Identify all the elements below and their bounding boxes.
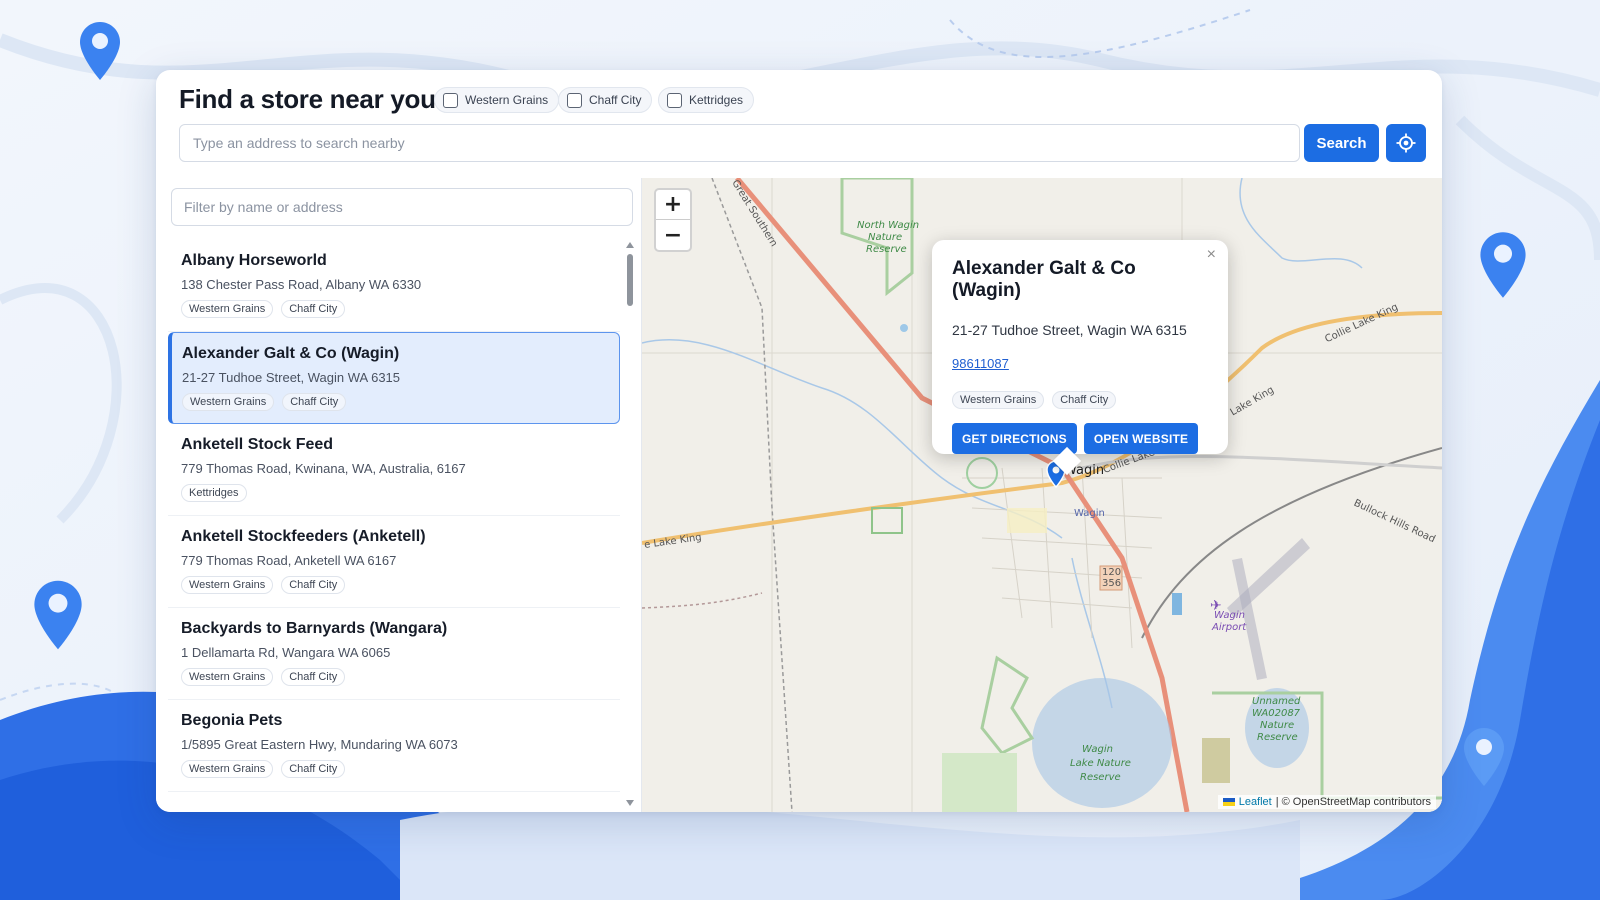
- address-search-input[interactable]: [179, 124, 1300, 162]
- zoom-control: + −: [654, 188, 692, 252]
- filter-stores-input[interactable]: [171, 188, 633, 226]
- zoom-out-button[interactable]: −: [656, 220, 690, 250]
- brand-tag: Western Grains: [181, 760, 274, 778]
- store-list-item[interactable]: Anketell Stock Feed 779 Thomas Road, Kwi…: [168, 424, 620, 516]
- list-scrollbar[interactable]: [624, 240, 636, 808]
- popup-store-name: Alexander Galt & Co (Wagin): [952, 258, 1136, 301]
- brand-tag: Western Grains: [181, 576, 274, 594]
- leaflet-link[interactable]: Leaflet: [1239, 796, 1272, 808]
- checkbox[interactable]: [443, 92, 458, 108]
- open-website-button[interactable]: OPEN WEBSITE: [1083, 423, 1199, 454]
- brand-tag: Chaff City: [281, 300, 346, 318]
- brand-tag: Western Grains: [181, 668, 274, 686]
- filter-chaff-city[interactable]: Chaff City: [558, 87, 653, 113]
- brand-tag: Chaff City: [282, 393, 347, 411]
- brand-tag: Chaff City: [281, 576, 346, 594]
- filter-western-grains[interactable]: Western Grains: [434, 87, 560, 113]
- store-address: 779 Thomas Road, Anketell WA 6167: [181, 553, 397, 568]
- store-list-panel: Albany Horseworld 138 Chester Pass Road,…: [156, 178, 642, 812]
- store-locator-card: Find a store near you Western Grains Cha…: [156, 70, 1442, 812]
- crosshair-icon: [1396, 133, 1416, 153]
- map-label: Wagin: [1074, 508, 1105, 519]
- store-list-item-selected[interactable]: Alexander Galt & Co (Wagin) 21-27 Tudhoe…: [168, 332, 620, 424]
- map-pin-icon: [1464, 728, 1504, 786]
- brand-tag: Western Grains: [182, 393, 275, 411]
- store-list-item[interactable]: Begonia Pets 1/5895 Great Eastern Hwy, M…: [168, 700, 620, 792]
- map-pin-icon: [80, 22, 120, 80]
- store-list-item[interactable]: Anketell Stockfeeders (Anketell) 779 Tho…: [168, 516, 620, 608]
- store-address: 1/5895 Great Eastern Hwy, Mundaring WA 6…: [181, 737, 458, 752]
- store-address: 779 Thomas Road, Kwinana, WA, Australia,…: [181, 461, 466, 476]
- store-address: 1 Dellamarta Rd, Wangara WA 6065: [181, 645, 391, 660]
- map-label: WA02087: [1252, 708, 1301, 719]
- store-name: Albany Horseworld: [181, 252, 327, 269]
- ukraine-flag-icon: [1222, 798, 1235, 806]
- store-list-item[interactable]: Albany Horseworld 138 Chester Pass Road,…: [168, 240, 620, 332]
- store-list: Albany Horseworld 138 Chester Pass Road,…: [168, 240, 620, 812]
- map-label: Unnamed: [1252, 696, 1301, 707]
- scroll-up-arrow-icon[interactable]: [626, 242, 634, 248]
- filter-kettridges[interactable]: Kettridges: [658, 87, 755, 113]
- popup-phone-link[interactable]: 98611087: [952, 356, 1009, 371]
- map-view[interactable]: ✈ North Wagin Nature Reserve Wagin Wagin…: [642, 178, 1442, 812]
- scrollbar-thumb[interactable]: [627, 254, 633, 306]
- brand-tag: Western Grains: [952, 391, 1045, 409]
- popup-address: 21-27 Tudhoe Street, Wagin WA 6315: [952, 322, 1187, 338]
- locate-me-button[interactable]: [1386, 124, 1426, 162]
- close-icon[interactable]: ×: [1207, 246, 1216, 264]
- store-name: Backyards to Barnyards (Wangara): [181, 620, 448, 637]
- header: Find a store near you Western Grains Cha…: [156, 70, 1442, 178]
- store-list-item[interactable]: Backyards to Barnyards (Wangara) 1 Della…: [168, 608, 620, 700]
- brand-tag: Western Grains: [181, 300, 274, 318]
- filter-label: Western Grains: [465, 93, 549, 107]
- map-label: Reserve: [866, 244, 907, 255]
- map-label: Wagin: [1082, 744, 1113, 755]
- map-label: Reserve: [1257, 732, 1298, 743]
- map-label: 120: [1102, 567, 1122, 578]
- store-address: 138 Chester Pass Road, Albany WA 6330: [181, 277, 422, 292]
- store-name: Alexander Galt & Co (Wagin): [182, 345, 400, 362]
- map-label: North Wagin: [857, 220, 920, 231]
- brand-tag: Chaff City: [1052, 391, 1117, 409]
- checkbox[interactable]: [667, 92, 682, 108]
- map-label: Reserve: [1080, 772, 1121, 783]
- filter-label: Chaff City: [589, 93, 642, 107]
- get-directions-button[interactable]: GET DIRECTIONS: [952, 423, 1077, 454]
- brand-tag: Kettridges: [181, 484, 247, 502]
- store-name: Anketell Stockfeeders (Anketell): [181, 528, 426, 545]
- zoom-in-button[interactable]: +: [656, 190, 690, 220]
- page-title: Find a store near you: [179, 84, 436, 114]
- map-label: Nature: [1260, 720, 1295, 731]
- map-label: Lake Nature: [1070, 758, 1131, 769]
- map-label: Wagin: [1214, 610, 1245, 621]
- map-pin-icon: [1480, 232, 1526, 298]
- osm-attribution: | © OpenStreetMap contributors: [1275, 796, 1431, 808]
- map-attribution: Leaflet | © OpenStreetMap contributors: [1217, 795, 1436, 809]
- checkbox[interactable]: [567, 92, 582, 108]
- filter-label: Kettridges: [689, 93, 744, 107]
- store-name: Anketell Stock Feed: [181, 436, 334, 453]
- map-label: Nature: [868, 232, 903, 243]
- store-name: Begonia Pets: [181, 712, 283, 729]
- scroll-down-arrow-icon[interactable]: [626, 800, 634, 806]
- store-popup: × Alexander Galt & Co (Wagin) 21-27 Tudh…: [932, 240, 1228, 476]
- map-pin-icon: [34, 580, 82, 650]
- map-label: Airport: [1212, 622, 1247, 633]
- brand-tag: Chaff City: [281, 668, 346, 686]
- search-button[interactable]: Search: [1304, 124, 1379, 162]
- map-label: 356: [1102, 578, 1122, 589]
- store-address: 21-27 Tudhoe Street, Wagin WA 6315: [182, 370, 401, 385]
- brand-tag: Chaff City: [281, 760, 346, 778]
